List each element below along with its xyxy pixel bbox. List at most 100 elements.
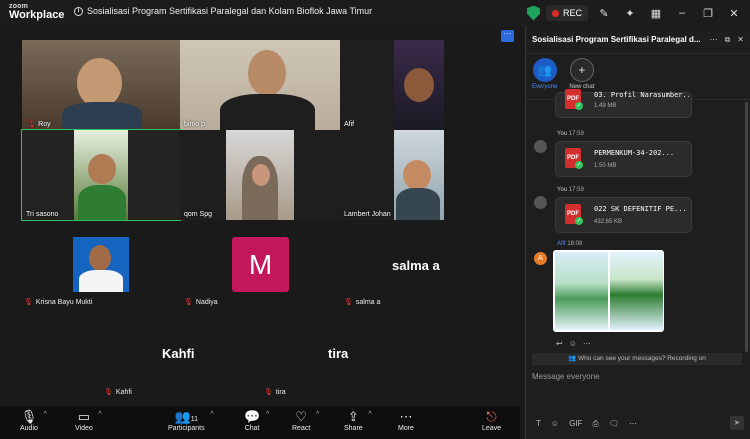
leave-button[interactable]: ⎋ Leave (482, 409, 501, 432)
more-button[interactable]: ⋯ More (398, 409, 414, 432)
chat-visibility-notice[interactable]: 👥 Who can see your messages? Recording o… (532, 353, 742, 365)
annotate-pen-icon[interactable]: ✎ (594, 4, 614, 22)
chat-more-icon[interactable]: ⋯ (710, 35, 718, 45)
file-size: 432.65 KB (594, 219, 623, 225)
maximize-icon[interactable]: ❐ (698, 4, 718, 22)
chat-scrollbar[interactable] (745, 102, 748, 352)
info-icon[interactable]: i (74, 6, 83, 16)
video-tile-bimo[interactable]: bimo p (180, 40, 340, 130)
share-caret-icon[interactable]: ^ (368, 411, 371, 418)
person-body (62, 102, 142, 130)
participant-name: qom Spg (184, 211, 213, 218)
title-bar: zoom Workplace i Sosialisasi Program Ser… (0, 0, 750, 26)
recipient-everyone[interactable]: 👥 Everyone (532, 58, 557, 95)
everyone-group-icon: 👥 (532, 58, 557, 82)
video-tile-tri[interactable]: Tri sasono (21, 129, 181, 221)
composer-more-icon[interactable]: ⋯ (629, 419, 637, 429)
video-tile-qom[interactable]: qom Spg (180, 130, 340, 220)
react-button[interactable]: ♡ React ^ (292, 409, 319, 432)
chat-header: Sosialisasi Program Sertifikasi Paralega… (526, 26, 750, 54)
message-more-icon[interactable]: ⋯ (583, 339, 591, 348)
file-name: 03. Profil Narasumber... (594, 91, 689, 99)
muted-mic-icon: 🎙 (264, 389, 273, 396)
gif-button[interactable]: GIF (569, 419, 582, 429)
audio-caret-icon[interactable]: ^ (44, 411, 47, 418)
share-button[interactable]: ⇪ Share ^ (344, 409, 372, 432)
muted-mic-icon: 🎙 (344, 299, 353, 306)
sender-avatar (534, 196, 547, 209)
sparkle-ai-icon[interactable]: ✦ (620, 4, 640, 22)
participant-name: Nadiya (195, 299, 218, 306)
screenshot-icon[interactable]: ⎙ (592, 419, 598, 429)
pop-out-icon[interactable]: ⧉ (725, 35, 731, 45)
avatar-nadiya[interactable]: M (232, 237, 289, 292)
person-face (248, 50, 286, 96)
meeting-title[interactable]: i Sosialisasi Program Sertifikasi Parale… (74, 6, 372, 16)
video-tile-lambert[interactable]: Lambert Johan (340, 130, 444, 220)
person-body (79, 270, 123, 292)
file-message[interactable]: PDF ✓ 03. Profil Narasumber... 1.49 MB (555, 89, 692, 118)
reply-icon[interactable]: ↩ (556, 339, 563, 348)
security-shield-icon[interactable] (526, 5, 540, 21)
participants-label: Participants (168, 425, 205, 432)
muted-mic-icon: 🎙 (104, 389, 113, 396)
text-format-icon[interactable]: T (536, 419, 541, 429)
check-icon: ✓ (575, 161, 583, 169)
emoji-reaction-icon[interactable]: ☺ (569, 339, 577, 348)
more-options-icon[interactable]: ··· (501, 30, 514, 42)
chat-title: Sosialisasi Program Sertifikasi Paralega… (532, 35, 701, 44)
recipient-label: Everyone (532, 84, 558, 90)
apps-grid-icon[interactable]: ▦ (646, 4, 666, 22)
video-tile-roy[interactable]: 🎙 Roy (22, 40, 180, 130)
participant-name: Kahfi (115, 389, 132, 396)
chat-panel: Sosialisasi Program Sertifikasi Paralega… (525, 26, 750, 439)
participants-icon: 👥11 (174, 409, 199, 424)
person-face (403, 160, 431, 190)
emoji-icon[interactable]: ☺ (551, 419, 559, 429)
person-face (252, 164, 270, 186)
react-label: React (292, 425, 311, 432)
meeting-toolbar: 🎙 Audio ^ ▭ Video ^ 👥11 Participants ^ 💬… (0, 406, 520, 439)
video-tile-krisna[interactable] (73, 237, 129, 292)
sender-avatar-afif: A (534, 252, 547, 265)
chat-close-icon[interactable]: ✕ (737, 35, 744, 45)
microphone-icon: 🎙 (20, 409, 38, 424)
video-tile-afif[interactable]: Afif (340, 40, 444, 130)
tile-name-kahfi[interactable]: Kahfi (162, 346, 195, 361)
chat-caret-icon[interactable]: ^ (266, 411, 269, 418)
person-face (77, 58, 122, 108)
person-body (78, 185, 126, 220)
audio-button[interactable]: 🎙 Audio ^ (20, 409, 47, 432)
image-message[interactable] (553, 250, 664, 332)
recording-indicator[interactable]: REC (545, 5, 588, 21)
chat-bubble-icon[interactable]: 🗨 (609, 419, 619, 429)
participant-label-krisna: 🎙 Krisna Bayu Mukti (24, 298, 92, 306)
participant-label-tira: 🎙 tira (264, 388, 286, 396)
chat-bubble-icon: 💬 (244, 409, 261, 424)
file-message[interactable]: PDF ✓ PERMENKUM-34-202... 1.50 MB (555, 141, 692, 177)
message-sender: You 17:59 (557, 131, 584, 137)
check-icon: ✓ (575, 102, 583, 110)
message-input[interactable]: Message everyone (532, 372, 600, 381)
participant-name: Roy (38, 121, 51, 128)
react-caret-icon[interactable]: ^ (316, 411, 319, 418)
poster-image-right (610, 252, 663, 330)
participants-button[interactable]: 👥11 Participants ^ (168, 409, 214, 432)
send-icon[interactable]: ➤ (730, 416, 744, 430)
close-icon[interactable]: ✕ (724, 4, 744, 22)
tile-name-salma[interactable]: salma a (392, 258, 440, 273)
chat-button[interactable]: 💬 Chat ^ (244, 409, 269, 432)
tile-name-tira[interactable]: tira (328, 346, 348, 361)
minimize-icon[interactable]: – (672, 4, 692, 22)
person-body (396, 188, 440, 220)
video-caret-icon[interactable]: ^ (98, 411, 101, 418)
file-message[interactable]: PDF ✓ 022 SK DEFENITIF PE... 432.65 KB (555, 197, 692, 233)
participants-caret-icon[interactable]: ^ (210, 411, 213, 418)
share-label: Share (344, 425, 363, 432)
chat-label: Chat (244, 425, 260, 432)
person-face (88, 154, 116, 184)
participant-name: Krisna Bayu Mukti (35, 299, 93, 306)
more-dots-icon: ⋯ (399, 409, 413, 424)
heart-icon: ♡ (295, 409, 307, 424)
video-button[interactable]: ▭ Video ^ (75, 409, 102, 432)
